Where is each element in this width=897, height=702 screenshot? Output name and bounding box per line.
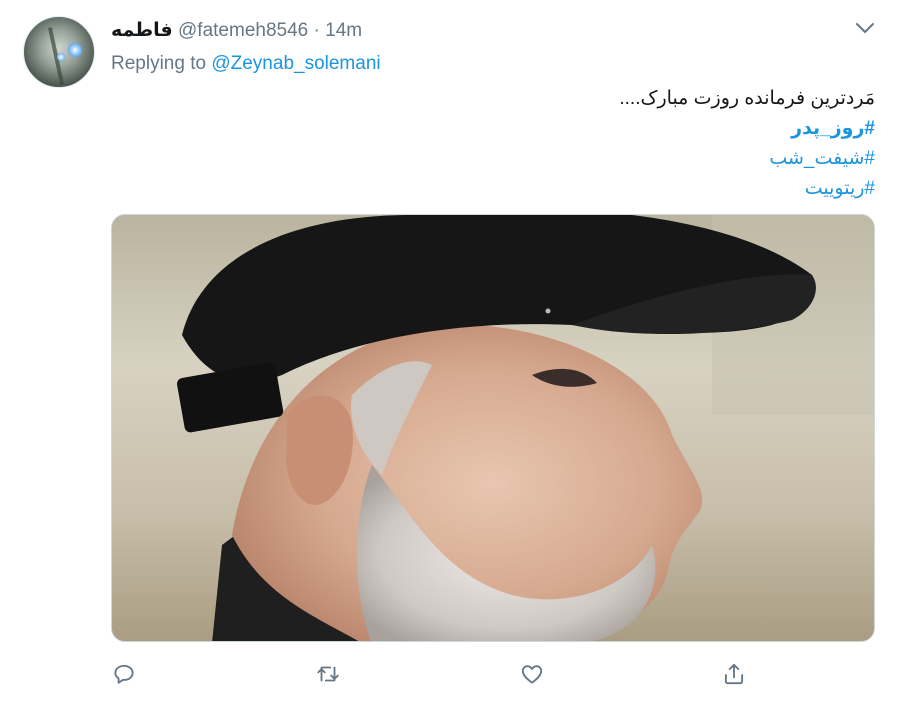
display-name[interactable]: فاطمه [111, 20, 173, 41]
reply-context: Replying to @Zeynab_solemani [111, 52, 381, 76]
reply-prefix: Replying to [111, 53, 207, 74]
tweet-actions [0, 655, 897, 695]
separator-dot: · [313, 20, 320, 41]
share-icon[interactable] [719, 659, 749, 689]
user-handle[interactable]: @fatemeh8546 [178, 20, 308, 41]
tweet-header: فاطمه @fatemeh8546 · 14m [111, 19, 362, 43]
tweet-text: مَردترین فرماند‌ه روزت مبارک.... #روز_پد… [175, 84, 875, 204]
avatar-flower-shape-small [57, 53, 65, 61]
heart-icon[interactable] [517, 659, 547, 689]
avatar-flower-shape [68, 43, 82, 57]
reply-mention-link[interactable]: @Zeynab_solemani [211, 53, 380, 74]
reply-icon[interactable] [109, 659, 139, 689]
retweet-icon[interactable] [313, 659, 343, 689]
hashtag-link[interactable]: #شیفت_شب [769, 148, 875, 169]
avatar[interactable] [23, 16, 95, 88]
photo-icon [112, 215, 874, 641]
chevron-down-icon[interactable] [854, 20, 876, 36]
tweet-photo[interactable] [111, 214, 875, 642]
hashtag-link[interactable]: #روز_پدر [791, 118, 875, 139]
timestamp[interactable]: 14m [325, 20, 362, 41]
hashtag-link[interactable]: #ریتوییت [805, 178, 875, 199]
tweet-text-line: مَردترین فرماند‌ه روزت مبارک.... [619, 88, 875, 109]
